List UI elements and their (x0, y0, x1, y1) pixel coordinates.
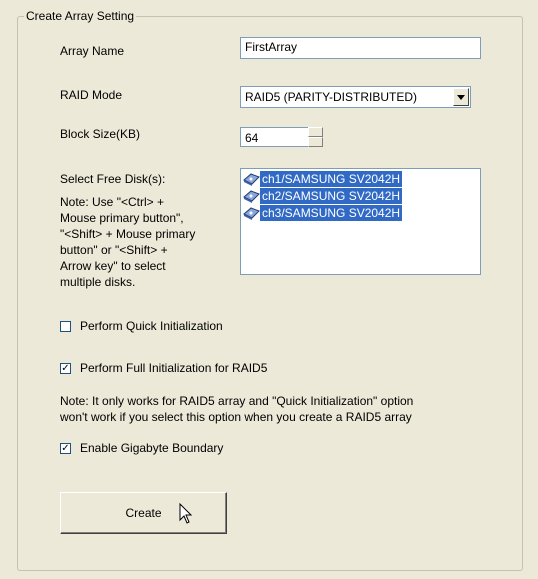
disk-drive-icon (243, 171, 260, 186)
array-name-label: Array Name (60, 44, 125, 58)
raid5-note-line2: won't work if you select this option whe… (60, 410, 412, 424)
dialog-frame: Create Array Setting Array Name FirstArr… (0, 0, 538, 579)
note-line: multiple disks. (60, 275, 136, 289)
list-item[interactable]: ch3/SAMSUNG SV2042H (243, 204, 478, 221)
raid-mode-label: RAID Mode (60, 88, 123, 102)
list-item[interactable]: ch2/SAMSUNG SV2042H (243, 187, 478, 204)
full-init-label[interactable]: Perform Full Initialization for RAID5 (80, 361, 267, 375)
gigabyte-boundary-checkbox[interactable]: ✓ (60, 443, 71, 454)
disk-item-label: ch1/SAMSUNG SV2042H (260, 170, 403, 187)
note-line: Arrow key" to select (60, 259, 166, 273)
quick-init-checkbox[interactable] (60, 321, 71, 332)
disk-selection-note: Note: Use "<Ctrl> + Mouse primary button… (60, 194, 235, 290)
disk-drive-icon (243, 188, 260, 203)
gigabyte-boundary-label[interactable]: Enable Gigabyte Boundary (80, 441, 223, 455)
note-line: Note: Use "<Ctrl> + (60, 195, 164, 209)
disk-drive-icon (243, 205, 260, 220)
chevron-down-icon[interactable] (453, 88, 469, 106)
raid5-note-line1: Note: It only works for RAID5 array and … (60, 394, 414, 408)
free-disks-label: Select Free Disk(s): (60, 172, 166, 186)
block-size-field[interactable]: 64 (240, 127, 309, 147)
create-button-label: Create (125, 506, 162, 520)
spin-up-button[interactable] (308, 127, 323, 137)
spin-down-button[interactable] (308, 137, 323, 147)
disk-item-label: ch3/SAMSUNG SV2042H (260, 204, 403, 221)
array-name-field[interactable]: FirstArray (240, 37, 481, 59)
raid5-note: Note: It only works for RAID5 array and … (60, 393, 413, 425)
note-line: button" or "<Shift> + (60, 243, 168, 257)
note-line: Mouse primary button", (60, 211, 184, 225)
disk-item-label: ch2/SAMSUNG SV2042H (260, 187, 403, 204)
free-disks-list[interactable]: ch1/SAMSUNG SV2042H ch2/SAMSUNG SV2042H … (240, 168, 481, 275)
block-size-label: Block Size(KB) (60, 127, 141, 141)
group-title: Create Array Setting (26, 9, 135, 23)
note-line: "<Shift> + Mouse primary (60, 227, 196, 241)
raid-mode-select[interactable]: RAID5 (PARITY-DISTRIBUTED) (240, 86, 471, 108)
raid-mode-value: RAID5 (PARITY-DISTRIBUTED) (245, 90, 418, 104)
list-item[interactable]: ch1/SAMSUNG SV2042H (243, 170, 478, 187)
full-init-checkbox[interactable]: ✓ (60, 363, 71, 374)
block-size-spinner[interactable]: 64 (240, 127, 323, 147)
mouse-pointer-icon (179, 502, 193, 528)
quick-init-label[interactable]: Perform Quick Initialization (80, 319, 223, 333)
create-button[interactable]: Create (60, 492, 227, 534)
